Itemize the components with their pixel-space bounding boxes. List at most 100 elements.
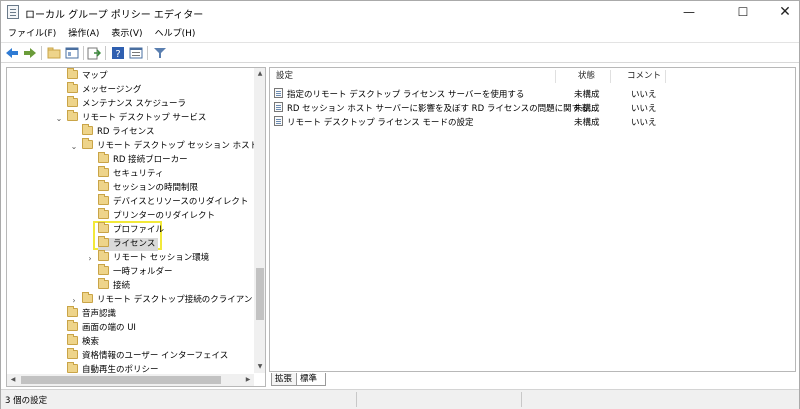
folder-up-icon[interactable] — [47, 46, 61, 60]
menu-bar: ファイル(F) 操作(A) 表示(V) ヘルプ(H) — [1, 23, 799, 42]
properties-icon[interactable] — [129, 46, 143, 60]
setting-state: 未構成 — [574, 90, 600, 100]
folder-icon — [82, 124, 93, 135]
policy-setting-icon — [274, 102, 283, 112]
menu-file[interactable]: ファイル(F) — [1, 23, 61, 42]
tree-item-profiles[interactable]: プロファイル — [98, 222, 164, 237]
table-row[interactable]: RD セッション ホスト サーバーに影響を及ぼす RD ライセンスの問題に関する… — [274, 102, 794, 116]
tree-item-rd-session-host[interactable]: ⌄ リモート デスクトップ セッション ホスト — [71, 138, 258, 153]
minimize-button[interactable]: — — [667, 1, 711, 23]
column-header-setting[interactable]: 設定 — [276, 68, 293, 85]
tree-item-edge-ui[interactable]: 画面の端の UI — [67, 320, 136, 335]
toolbar-separator — [83, 46, 84, 60]
setting-name: 指定のリモート デスクトップ ライセンス サーバーを使用する — [287, 90, 525, 100]
policy-editor-app-icon — [7, 5, 19, 19]
tree-item-maintenance-scheduler[interactable]: メンテナンス スケジューラ — [67, 96, 186, 111]
setting-state: 未構成 — [574, 118, 600, 128]
chevron-down-icon[interactable]: ⌄ — [54, 112, 64, 125]
folder-icon — [98, 152, 109, 163]
setting-name: RD セッション ホスト サーバーに影響を及ぼす RD ライセンスの問題に関する… — [287, 104, 597, 114]
settings-list[interactable]: 設定 状態 コメント 指定のリモート デスクトップ ライセンス サーバーを使用す… — [269, 67, 796, 372]
folder-icon — [67, 320, 78, 331]
tree-horizontal-scrollbar[interactable]: ◀ ▶ — [7, 374, 254, 386]
folder-icon — [67, 362, 78, 373]
column-header-state[interactable]: 状態 — [578, 68, 595, 85]
folder-icon — [82, 292, 93, 303]
tree-item-temporary-folders[interactable]: 一時フォルダー — [98, 264, 173, 279]
folder-icon — [67, 306, 78, 317]
column-separator[interactable] — [555, 70, 556, 83]
status-bar: 3 個の設定 — [1, 389, 799, 409]
tree-item-remote-session-environment[interactable]: › リモート セッション環境 — [88, 250, 209, 265]
menu-action[interactable]: 操作(A) — [61, 23, 104, 42]
folder-icon — [98, 194, 109, 205]
toolbar-separator — [147, 46, 148, 60]
scroll-thumb[interactable] — [256, 268, 264, 320]
chevron-down-icon[interactable]: ⌄ — [69, 140, 79, 153]
setting-name: リモート デスクトップ ライセンス モードの設定 — [287, 118, 474, 128]
folder-icon — [67, 348, 78, 359]
status-text: 3 個の設定 — [5, 396, 48, 406]
tree-item-device-resource-redirection[interactable]: デバイスとリソースのリダイレクト — [98, 194, 248, 209]
folder-icon — [98, 222, 109, 233]
export-list-icon[interactable] — [87, 46, 101, 60]
app-window: ローカル グループ ポリシー エディター — ☐ ✕ ファイル(F) 操作(A)… — [0, 0, 800, 409]
window-title: ローカル グループ ポリシー エディター — [25, 10, 204, 21]
menu-help[interactable]: ヘルプ(H) — [148, 23, 201, 42]
tab-extended[interactable]: 拡張 — [271, 373, 297, 386]
tree-item-credential-ui[interactable]: 資格情報のユーザー インターフェイス — [67, 348, 228, 363]
folder-icon — [67, 82, 78, 93]
scroll-thumb[interactable] — [21, 376, 221, 384]
folder-icon — [98, 264, 109, 275]
tree-item-session-time-limits[interactable]: セッションの時間制限 — [98, 180, 198, 195]
toolbar-separator — [41, 46, 42, 60]
tree-item-printer-redirection[interactable]: プリンターのリダイレクト — [98, 208, 215, 223]
menu-view[interactable]: 表示(V) — [104, 23, 147, 42]
policy-setting-icon — [274, 88, 283, 98]
column-separator[interactable] — [665, 70, 666, 83]
column-separator[interactable] — [610, 70, 611, 83]
folder-icon — [67, 334, 78, 345]
scroll-left-arrow-icon[interactable]: ◀ — [7, 374, 19, 386]
folder-icon — [98, 208, 109, 219]
tree-item-rd-connection-client[interactable]: › リモート デスクトップ接続のクライアント — [72, 292, 261, 307]
maximize-button[interactable]: ☐ — [721, 1, 765, 23]
policy-tree[interactable]: マップ メッセージング メンテナンス スケジューラ ⌄ リモート デスクトップ サ… — [6, 67, 266, 387]
title-bar: ローカル グループ ポリシー エディター — ☐ ✕ — [1, 1, 799, 23]
close-button[interactable]: ✕ — [763, 1, 800, 23]
setting-comment: いいえ — [631, 104, 657, 114]
tree-vertical-scrollbar[interactable]: ▲ ▼ — [254, 68, 265, 373]
tab-standard[interactable]: 標準 — [296, 373, 326, 386]
tree-item-security[interactable]: セキュリティ — [98, 166, 164, 181]
svg-text:?: ? — [115, 49, 120, 60]
toolbar-separator — [105, 46, 106, 60]
scroll-right-arrow-icon[interactable]: ▶ — [242, 374, 254, 386]
tree-item-rd-licensing[interactable]: RD ライセンス — [82, 124, 154, 139]
tree-item-connections[interactable]: 接続 — [98, 278, 130, 293]
scroll-up-arrow-icon[interactable]: ▲ — [254, 68, 265, 80]
folder-icon — [98, 166, 109, 177]
back-arrow-icon[interactable] — [5, 46, 19, 60]
folder-icon — [98, 236, 109, 247]
show-hide-tree-icon[interactable] — [65, 46, 79, 60]
tree-item-speech-recognition[interactable]: 音声認識 — [67, 306, 116, 321]
folder-icon — [67, 110, 78, 121]
status-divider — [356, 392, 357, 407]
table-row[interactable]: リモート デスクトップ ライセンス モードの設定 未構成 いいえ — [274, 116, 794, 130]
status-divider — [521, 392, 522, 407]
column-header-comment[interactable]: コメント — [627, 68, 661, 85]
folder-icon — [98, 250, 109, 261]
forward-arrow-icon[interactable] — [23, 46, 37, 60]
tree-item-licensing[interactable]: ライセンス — [98, 236, 159, 251]
setting-comment: いいえ — [631, 118, 657, 128]
folder-icon — [98, 180, 109, 191]
chevron-right-icon[interactable]: › — [85, 252, 95, 265]
policy-setting-icon — [274, 116, 283, 126]
table-row[interactable]: 指定のリモート デスクトップ ライセンス サーバーを使用する 未構成 いいえ — [274, 88, 794, 102]
scroll-down-arrow-icon[interactable]: ▼ — [254, 361, 265, 373]
filter-icon[interactable] — [153, 46, 167, 60]
help-icon[interactable]: ? — [111, 46, 125, 60]
tree-item-messaging[interactable]: メッセージング — [67, 82, 141, 97]
folder-icon — [67, 68, 78, 79]
tree-item-rd-connection-broker[interactable]: RD 接続ブローカー — [98, 152, 188, 167]
